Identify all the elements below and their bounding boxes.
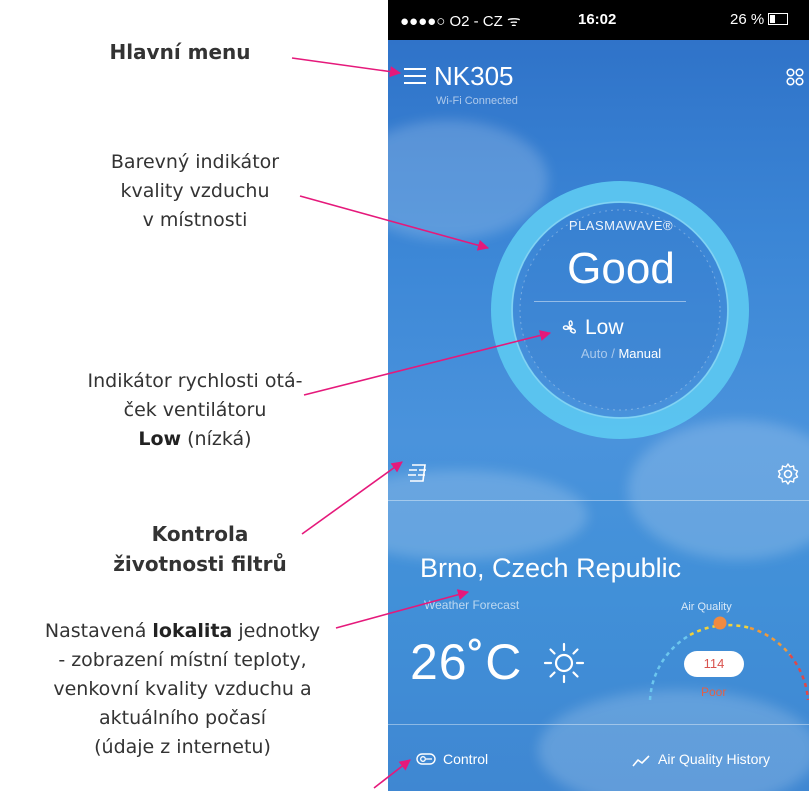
section-divider: [388, 724, 809, 725]
phone-screen: ●●●●○ O2 - CZ ᯤ 16:02 26 % NK305 Wi-Fi C…: [388, 0, 809, 791]
air-quality-value: Good: [567, 244, 675, 293]
brand-label: PLASMAWAVE®: [568, 218, 674, 233]
annotation-line: - zobrazení místní teploty,: [58, 649, 307, 671]
annotation-line: Barevný indikátor: [110, 151, 280, 173]
hamburger-menu-icon[interactable]: [404, 68, 426, 84]
annotation-line: aktuálního počasí: [98, 707, 267, 729]
connection-status: Wi-Fi Connected: [436, 95, 518, 107]
annotation-text: jednotky: [232, 620, 321, 642]
filter-life-icon[interactable]: [406, 462, 430, 484]
annotation-line: kvality vzduchu: [120, 180, 270, 202]
divider: [534, 301, 686, 302]
mode-manual[interactable]: Manual: [618, 346, 661, 361]
arrow-filter-life: [301, 461, 403, 535]
annotation-bold: lokalita: [152, 620, 233, 642]
clock: 16:02: [578, 11, 617, 28]
remote-control-icon[interactable]: [416, 753, 436, 765]
air-quality-history-tab[interactable]: Air Quality History: [658, 751, 770, 767]
battery-indicator: 26 %: [730, 11, 789, 28]
cloud-decoration: [628, 420, 809, 560]
annotation-text: (nízká): [181, 428, 252, 450]
trend-line-icon[interactable]: [632, 755, 650, 767]
annotation-line: venkovní kvality vzduchu a: [53, 678, 312, 700]
annotation-location: Nastavená lokalita jednotky - zobrazení …: [10, 617, 355, 762]
carrier-label: ●●●●○ O2 - CZ ᯤ: [400, 13, 521, 30]
sun-icon: [543, 642, 585, 684]
annotation-text: Nastavená: [44, 620, 153, 642]
gear-icon[interactable]: [776, 462, 800, 486]
temperature: 26˚C: [410, 634, 523, 690]
battery-icon: [768, 13, 789, 25]
status-bar: ●●●●○ O2 - CZ ᯤ 16:02 26 %: [388, 0, 809, 40]
annotation-fan-speed: Indikátor rychlosti otá- ček ventilátoru…: [50, 367, 340, 454]
annotation-main-menu-text: Hlavní menu: [109, 40, 251, 64]
fan-speed-value[interactable]: Low: [585, 316, 624, 340]
outdoor-aqi-status: Poor: [701, 685, 727, 699]
annotation-main-menu: Hlavní menu: [70, 38, 290, 67]
annotation-line: v místnosti: [142, 209, 248, 231]
annotation-line: (údaje z internetu): [94, 736, 271, 758]
section-divider: [388, 500, 809, 501]
annotation-filter-life: Kontrola životnosti filtrů: [85, 519, 315, 579]
forecast-label: Weather Forecast: [424, 598, 520, 612]
annotation-line: životnosti filtrů: [113, 552, 287, 576]
annotation-line: Indikátor rychlosti otá-: [87, 370, 303, 392]
annotation-line: Low (nízká): [50, 425, 340, 454]
mode-auto[interactable]: Auto: [581, 346, 608, 361]
outdoor-aqi-badge: 114: [684, 651, 744, 677]
annotation-line: Kontrola: [151, 522, 249, 546]
annotation-bold: Low: [138, 428, 182, 450]
fan-icon: [562, 320, 577, 334]
outdoor-air-quality-label: Air Quality: [681, 601, 732, 613]
annotation-air-quality-indicator: Barevný indikátor kvality vzduchu v míst…: [60, 148, 330, 235]
arrow-main-menu: [291, 57, 402, 78]
mode-separator: /: [607, 346, 619, 361]
device-list-icon[interactable]: [786, 68, 804, 86]
device-name: NK305: [434, 61, 514, 91]
control-tab[interactable]: Control: [443, 751, 488, 767]
annotation-line: Nastavená lokalita jednotky: [10, 617, 355, 646]
annotation-line: ček ventilátoru: [123, 399, 267, 421]
location-name[interactable]: Brno, Czech Republic: [420, 553, 681, 584]
mode-selector[interactable]: Auto / Manual: [526, 346, 716, 361]
battery-percent: 26 %: [730, 11, 765, 28]
